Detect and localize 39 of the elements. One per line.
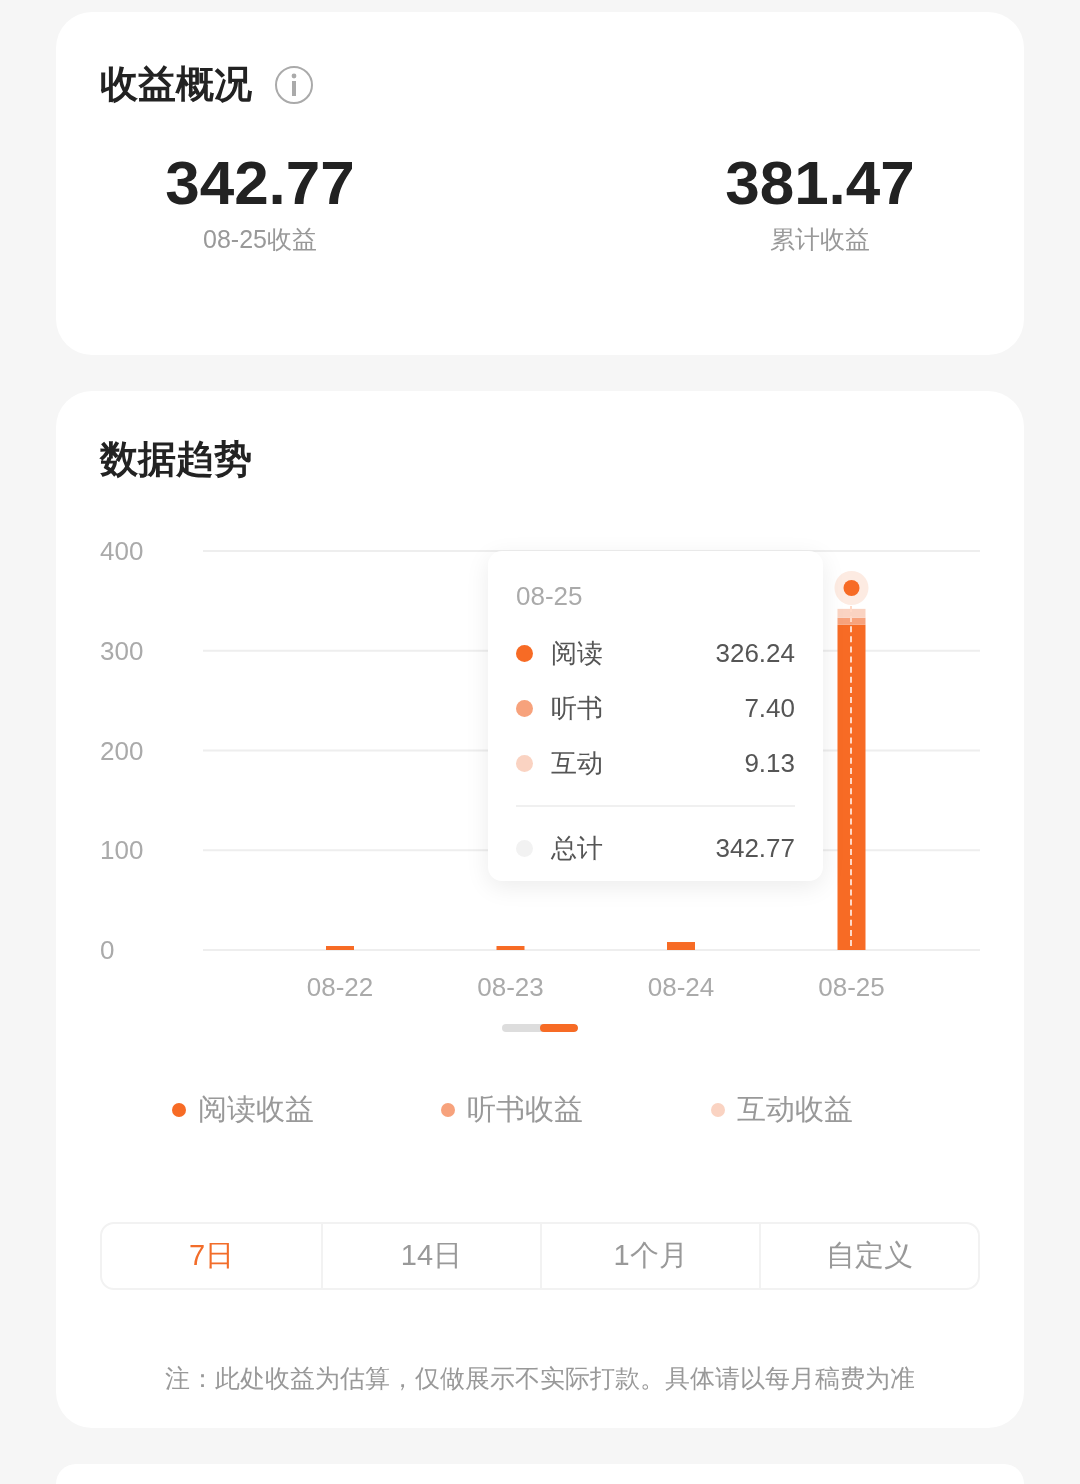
tooltip-label: 总计 <box>551 832 603 866</box>
tooltip-value: 342.77 <box>715 832 795 866</box>
axis-tick-label: 300 <box>100 636 144 666</box>
axis-tick-label: 0 <box>100 935 115 966</box>
axis-tick-label: 08-24 <box>647 972 715 1003</box>
axis-tick-label: 08-25 <box>818 972 885 1003</box>
axis-tick-label: 200 <box>100 735 144 766</box>
stat-value: 342.77 <box>165 149 355 218</box>
range-tab[interactable]: 1个月 <box>540 1223 759 1288</box>
card-title: 数据趋势 <box>100 437 253 483</box>
tooltip-value: 7.40 <box>744 692 795 726</box>
range-tab[interactable]: 14日 <box>321 1223 540 1288</box>
legend-label[interactable]: 听书收益 <box>467 1088 584 1132</box>
stat-value: 381.47 <box>725 149 915 218</box>
tooltip-value: 9.13 <box>744 747 795 781</box>
scroll-indicator-thumb[interactable] <box>540 1024 578 1033</box>
tooltip-label: 互动 <box>551 747 603 781</box>
note-text: 注：此处收益为估算，仅做展示不实际打款。具体请以每月稿费为准 <box>164 1362 916 1394</box>
legend-label[interactable]: 阅读收益 <box>198 1088 314 1132</box>
tooltip-date: 08-25 <box>516 580 584 614</box>
stat-label: 08-25收益 <box>203 224 317 256</box>
range-tab[interactable]: 自定义 <box>759 1223 978 1288</box>
bar-segment <box>326 946 354 951</box>
tooltip-label: 听书 <box>551 692 603 726</box>
legend-label[interactable]: 互动收益 <box>736 1088 853 1132</box>
axis-tick-label: 100 <box>100 835 144 866</box>
axis-tick-label: 08-22 <box>306 972 374 1003</box>
tooltip-value: 326.24 <box>715 637 795 671</box>
range-tab[interactable]: 7日 <box>102 1223 321 1288</box>
tooltip-label: 阅读 <box>551 637 603 671</box>
bar-segment <box>837 609 866 619</box>
axis-tick-label: 08-23 <box>477 972 544 1003</box>
bar-segment <box>667 942 695 951</box>
info-icon[interactable] <box>274 64 314 105</box>
card-title: 收益概况 <box>100 62 252 107</box>
axis-tick-label: 400 <box>100 536 144 567</box>
bar-segment <box>496 946 525 951</box>
stat-label: 累计收益 <box>770 224 870 256</box>
hover-marker-icon <box>834 571 869 606</box>
